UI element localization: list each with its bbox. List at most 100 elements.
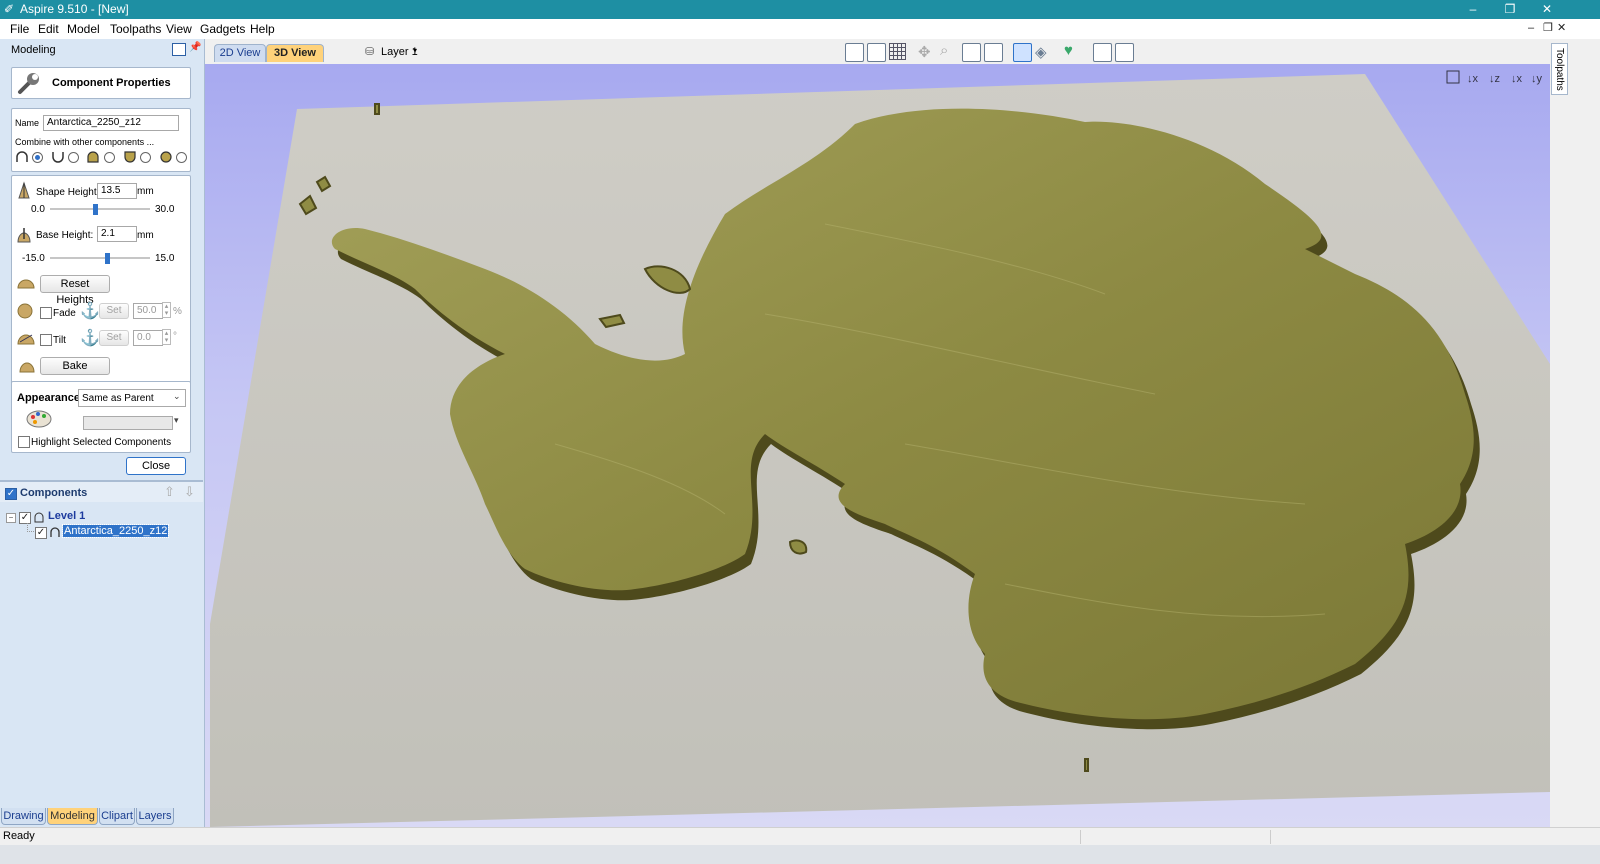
tab-toolpaths[interactable]: Toolpaths bbox=[1551, 43, 1568, 95]
material-icon[interactable]: ♥ bbox=[1064, 42, 1073, 59]
color-dropdown-arrow-icon[interactable]: ▾ bbox=[174, 415, 179, 426]
fade-value-input[interactable]: 50.0 bbox=[133, 303, 163, 319]
zoom-icon[interactable]: ⌕ bbox=[940, 42, 948, 59]
mdi-close-button[interactable]: ✕ bbox=[1557, 21, 1566, 36]
layout-horizontal-icon[interactable] bbox=[1093, 43, 1112, 62]
components-checkbox[interactable] bbox=[5, 488, 17, 500]
fade-checkbox[interactable] bbox=[40, 307, 52, 319]
tab-2d-view[interactable]: 2D View bbox=[214, 44, 266, 62]
svg-text:↓y: ↓y bbox=[1531, 73, 1543, 85]
render-mode-icon[interactable] bbox=[1013, 43, 1032, 62]
component-icon bbox=[50, 527, 60, 537]
combine-multiply-radio[interactable] bbox=[176, 152, 187, 163]
tab-clipart[interactable]: Clipart bbox=[99, 808, 135, 825]
combine-add-radio[interactable] bbox=[32, 152, 43, 163]
tree-level-label[interactable]: Level 1 bbox=[48, 510, 85, 522]
name-field[interactable]: Antarctica_2250_z12 bbox=[43, 115, 179, 131]
close-button[interactable]: Close bbox=[126, 457, 186, 475]
tilt-spinner[interactable]: ▴ ▾ bbox=[162, 329, 171, 345]
appearance-selected: Same as Parent bbox=[82, 393, 154, 404]
combine-add-icon bbox=[16, 151, 28, 162]
menu-model[interactable]: Model bbox=[67, 22, 100, 37]
fade-set-button[interactable]: Set bbox=[99, 303, 129, 319]
title-bar: ✐ Aspire 9.510 - [New] – ❐ ✕ bbox=[0, 0, 1600, 19]
combine-merge-icon bbox=[87, 151, 99, 163]
item-checkbox[interactable] bbox=[35, 527, 47, 539]
appearance-box: Appearance Same as Parent ⌄ ▾ Highlight … bbox=[11, 381, 191, 453]
3d-scene[interactable]: ↓x ↓z ↓x ↓y bbox=[205, 64, 1550, 827]
view-orientation-icons[interactable]: ↓x ↓z ↓x ↓y bbox=[1446, 70, 1543, 85]
svg-text:↓x: ↓x bbox=[1467, 73, 1479, 85]
minimize-button[interactable]: – bbox=[1460, 1, 1486, 17]
reset-heights-button[interactable]: Reset Heights bbox=[40, 275, 110, 306]
menu-file[interactable]: File bbox=[10, 22, 29, 37]
shape-height-label: Shape Height: bbox=[36, 187, 100, 198]
appearance-dropdown[interactable]: Same as Parent ⌄ bbox=[78, 389, 186, 407]
shape-height-icon bbox=[18, 181, 30, 199]
color-swatch-dropdown[interactable] bbox=[83, 416, 173, 430]
collapse-level-icon[interactable]: − bbox=[6, 513, 16, 523]
base-height-input[interactable]: 2.1 bbox=[97, 226, 137, 242]
dock-panel-icon[interactable] bbox=[172, 43, 186, 56]
combine-subtract-radio[interactable] bbox=[68, 152, 79, 163]
menu-edit[interactable]: Edit bbox=[38, 22, 59, 37]
move-down-icon[interactable]: ⇩ bbox=[184, 484, 195, 500]
panel-header: Modeling bbox=[11, 44, 56, 56]
mdi-restore-button[interactable]: ❐ bbox=[1543, 21, 1553, 36]
shape-height-slider[interactable] bbox=[50, 208, 150, 210]
view-tool-1-icon[interactable] bbox=[845, 43, 864, 62]
reset-heights-icon bbox=[17, 279, 35, 289]
grid-icon[interactable] bbox=[889, 43, 906, 60]
status-text: Ready bbox=[3, 830, 35, 842]
components-header: Components ⇧ ⇩ bbox=[0, 482, 203, 502]
tree-item-label[interactable]: Antarctica_2250_z12 bbox=[61, 524, 170, 538]
tab-drawing[interactable]: Drawing bbox=[1, 808, 46, 825]
name-label: Name bbox=[15, 118, 40, 128]
fade-spinner[interactable]: ▴ ▾ bbox=[162, 302, 171, 318]
combine-subtract-icon bbox=[52, 152, 64, 163]
tab-modeling[interactable]: Modeling bbox=[47, 808, 98, 825]
view-tool-2-icon[interactable] bbox=[867, 43, 886, 62]
shape-height-slider-thumb[interactable] bbox=[93, 204, 98, 215]
layout-vertical-icon[interactable] bbox=[1115, 43, 1134, 62]
close-window-button[interactable]: ✕ bbox=[1534, 1, 1560, 17]
tab-3d-view[interactable]: 3D View bbox=[266, 44, 324, 62]
base-height-unit: mm bbox=[137, 230, 154, 241]
fade-anchor-icon[interactable]: ⚓ bbox=[80, 301, 100, 321]
3d-viewport[interactable]: ↓x ↓z ↓x ↓y bbox=[205, 64, 1550, 827]
zoom-fit-icon[interactable] bbox=[962, 43, 981, 62]
combine-low-radio[interactable] bbox=[140, 152, 151, 163]
menu-help[interactable]: Help bbox=[250, 22, 275, 37]
tilt-value-input[interactable]: 0.0 bbox=[133, 330, 163, 346]
base-height-slider[interactable] bbox=[50, 257, 150, 259]
highlight-checkbox[interactable] bbox=[18, 436, 30, 448]
menu-gadgets[interactable]: Gadgets bbox=[200, 22, 245, 37]
restore-button[interactable]: ❐ bbox=[1497, 1, 1523, 17]
menu-toolpaths[interactable]: Toolpaths bbox=[110, 22, 161, 37]
tilt-set-button[interactable]: Set bbox=[99, 330, 129, 346]
combine-merge-radio[interactable] bbox=[104, 152, 115, 163]
taskbar-strip bbox=[0, 845, 1600, 864]
status-divider bbox=[1080, 830, 1081, 844]
pin-icon[interactable]: 📌 bbox=[189, 42, 201, 53]
name-combine-box: Name Antarctica_2250_z12 Combine with ot… bbox=[11, 108, 191, 172]
shape-height-min: 0.0 bbox=[31, 204, 45, 215]
tilt-icon bbox=[17, 334, 35, 345]
shape-height-input[interactable]: 13.5 bbox=[97, 183, 137, 199]
fade-label: Fade bbox=[53, 308, 76, 319]
mdi-minimize-button[interactable]: – bbox=[1528, 21, 1534, 36]
menu-view[interactable]: View bbox=[166, 22, 192, 37]
move-up-icon[interactable]: ⇧ bbox=[164, 484, 175, 500]
base-height-slider-thumb[interactable] bbox=[105, 253, 110, 264]
zoom-box-icon[interactable] bbox=[984, 43, 1003, 62]
tilt-checkbox[interactable] bbox=[40, 334, 52, 346]
pan-icon[interactable]: ✥ bbox=[918, 43, 931, 61]
status-bar: Ready bbox=[0, 827, 1600, 846]
base-height-label: Base Height: bbox=[36, 230, 94, 241]
toolpath-preview-icon[interactable]: ◈ bbox=[1035, 43, 1047, 61]
tilt-anchor-icon[interactable]: ⚓ bbox=[80, 328, 100, 348]
tab-layers[interactable]: Layers bbox=[136, 808, 174, 825]
toolpaths-side-strip: Toolpaths bbox=[1550, 39, 1568, 827]
bake-button[interactable]: Bake bbox=[40, 357, 110, 375]
shape-height-max: 30.0 bbox=[155, 204, 175, 215]
